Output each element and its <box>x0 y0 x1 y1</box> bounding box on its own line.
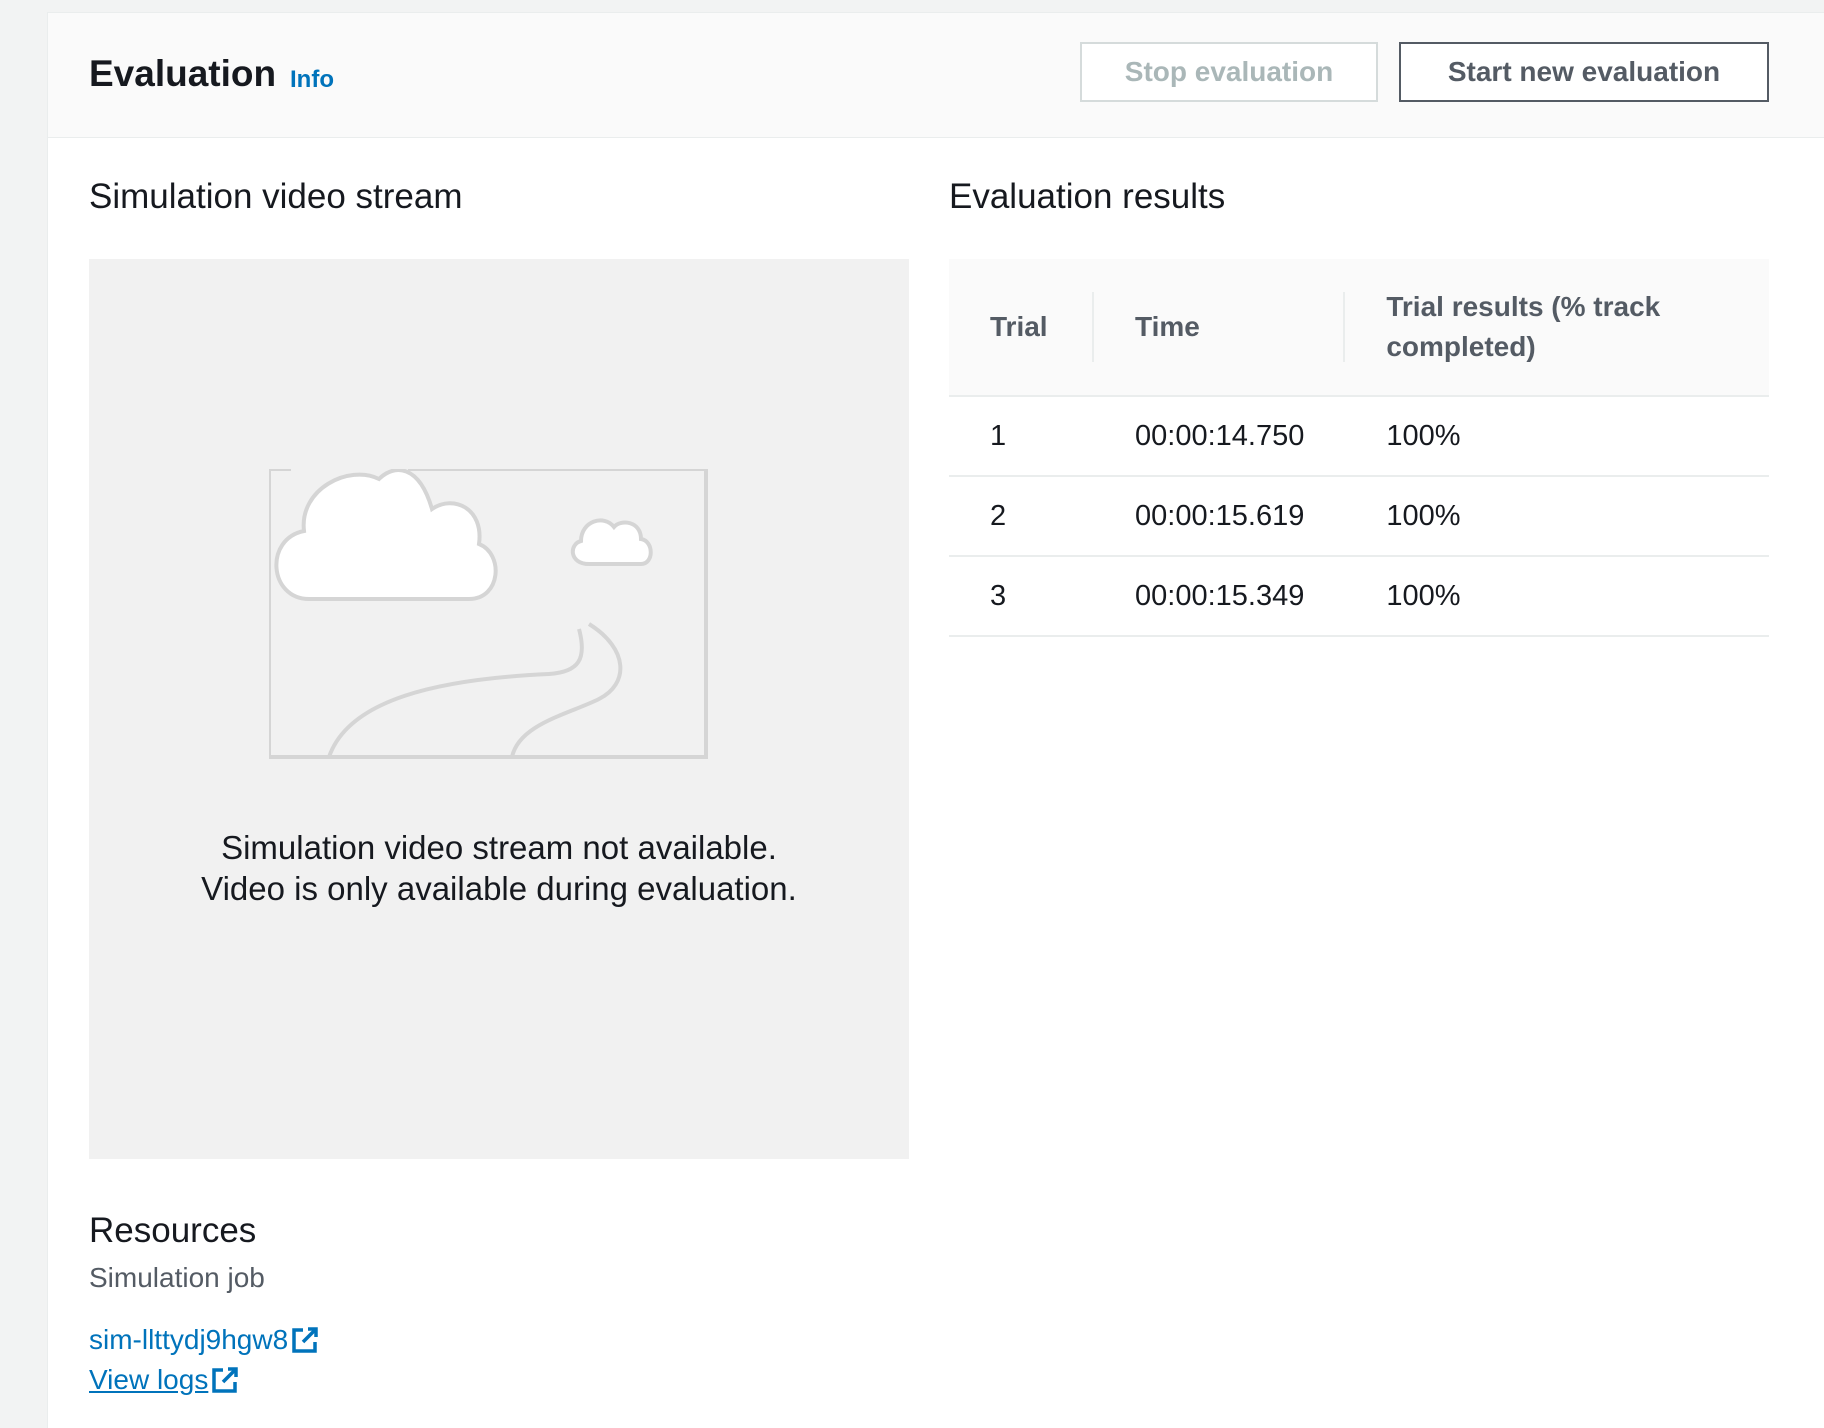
external-link-icon <box>292 1327 318 1353</box>
table-header-row: Trial Time Trial results (% track comple… <box>949 259 1769 396</box>
start-new-evaluation-button[interactable]: Start new evaluation <box>1399 42 1769 102</box>
column-header-time[interactable]: Time <box>1094 259 1346 396</box>
trial-cell: 2 <box>949 476 1094 557</box>
table-row: 1 00:00:14.750 100% <box>949 395 1769 477</box>
table-row: 2 00:00:15.619 100% <box>949 476 1769 557</box>
results-table: Trial Time Trial results (% track comple… <box>949 259 1769 637</box>
time-cell: 00:00:15.349 <box>1094 556 1346 637</box>
panel-header: Evaluation Info Stop evaluation Start ne… <box>48 13 1824 138</box>
evaluation-panel: Evaluation Info Stop evaluation Start ne… <box>47 12 1824 1428</box>
result-cell: 100% <box>1345 395 1769 477</box>
view-logs-link[interactable]: View logs <box>89 1364 240 1396</box>
page-title: Evaluation <box>89 53 277 94</box>
image-placeholder-icon <box>269 469 708 759</box>
results-section-title: Evaluation results <box>949 177 1226 216</box>
info-link[interactable]: Info <box>290 66 334 94</box>
video-message-line1: Simulation video stream not available. <box>221 829 777 866</box>
external-link-icon <box>212 1367 239 1393</box>
trial-cell: 1 <box>949 395 1094 477</box>
video-placeholder: Simulation video stream not available. V… <box>89 259 909 1159</box>
time-cell: 00:00:14.750 <box>1094 395 1346 477</box>
column-header-trial[interactable]: Trial <box>949 259 1094 396</box>
time-cell: 00:00:15.619 <box>1094 476 1346 557</box>
video-unavailable-message: Simulation video stream not available. V… <box>89 827 909 909</box>
video-message-line2: Video is only available during evaluatio… <box>201 870 797 907</box>
video-section-title: Simulation video stream <box>89 177 463 216</box>
table-row: 3 00:00:15.349 100% <box>949 556 1769 637</box>
resources-title: Resources <box>89 1211 257 1250</box>
column-header-trial-results[interactable]: Trial results (% track completed) <box>1345 259 1769 396</box>
simulation-job-link[interactable]: sim-llttydj9hgw8 <box>89 1324 320 1356</box>
result-cell: 100% <box>1345 476 1769 557</box>
trial-cell: 3 <box>949 556 1094 637</box>
simulation-job-id: sim-llttydj9hgw8 <box>89 1324 289 1355</box>
stop-evaluation-button[interactable]: Stop evaluation <box>1080 42 1378 102</box>
view-logs-label: View logs <box>89 1364 209 1395</box>
result-cell: 100% <box>1345 556 1769 637</box>
simulation-job-label: Simulation job <box>89 1262 265 1293</box>
